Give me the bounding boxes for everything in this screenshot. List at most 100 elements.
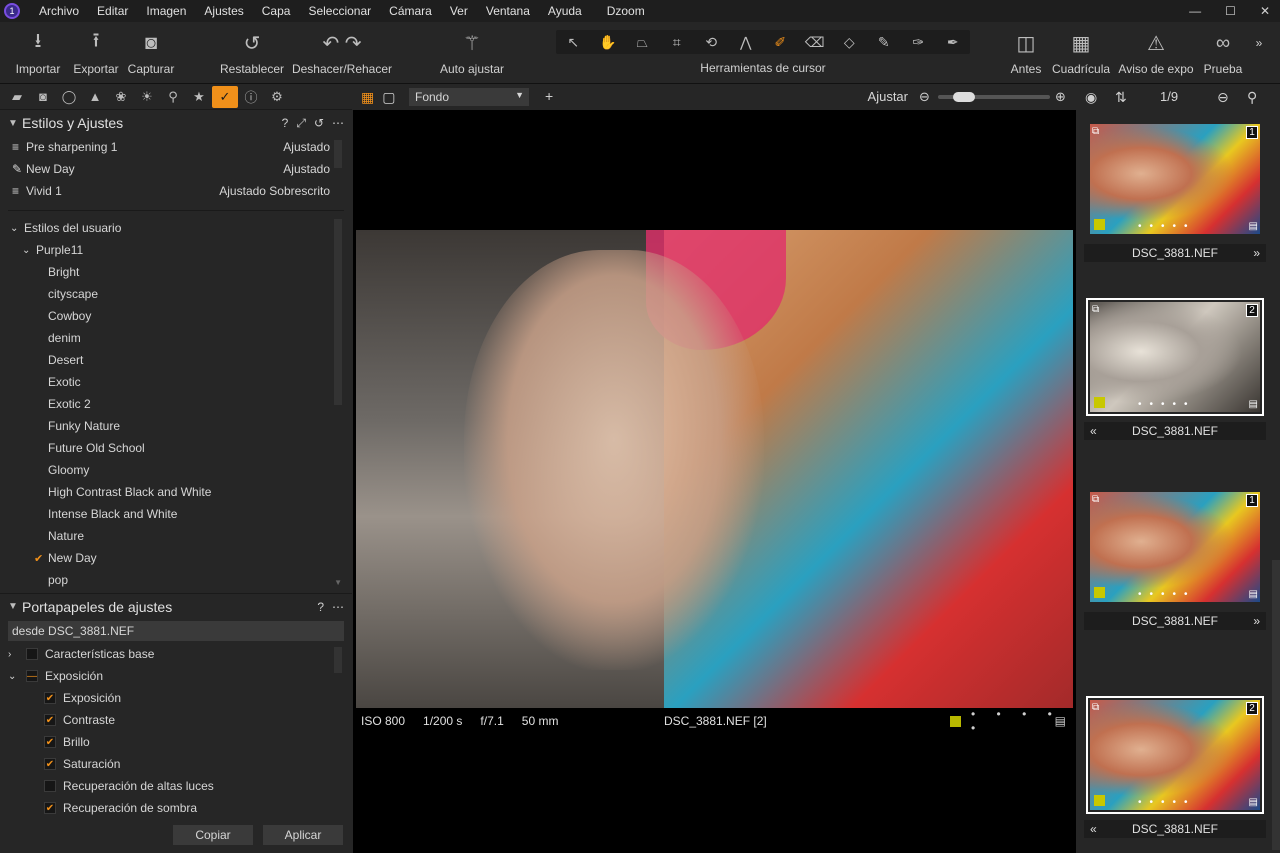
checkbox-checked[interactable]: ✔ <box>44 714 56 726</box>
hand-pan-icon[interactable]: ✋ <box>593 34 623 51</box>
rating-dots[interactable]: ••••• <box>1138 797 1196 808</box>
menu-icon[interactable]: ▤ <box>1055 714 1066 728</box>
color-tag[interactable] <box>1094 795 1105 806</box>
importar-button[interactable]: ⭳ Importar <box>12 30 64 76</box>
color-tag[interactable] <box>1094 219 1105 230</box>
scroll-down-icon[interactable]: ▼ <box>334 578 342 587</box>
menu-icon[interactable]: ▤ <box>1249 589 1258 600</box>
checkbox-checked[interactable]: ✔ <box>44 758 56 770</box>
menu-icon[interactable]: ▤ <box>1249 221 1258 232</box>
clipboard-item[interactable]: ✔ Contraste <box>0 709 352 731</box>
menu-editar[interactable]: Editar <box>88 4 137 18</box>
menu-ventana[interactable]: Ventana <box>477 4 539 18</box>
cuadricula-button[interactable]: ▦ Cuadrícula <box>1052 30 1110 77</box>
library-tab-icon[interactable]: ▰ <box>4 86 30 108</box>
rating-dots[interactable]: ••••• <box>1138 399 1196 410</box>
style-item[interactable]: Funky Nature <box>0 415 352 437</box>
undo-redo-button[interactable]: ↶ ↷ Deshacer/Rehacer <box>290 30 394 77</box>
gradient-icon[interactable]: ◇ <box>834 34 864 51</box>
nav-left-icon[interactable]: « <box>1090 422 1097 440</box>
applied-style-row[interactable]: ≡ Pre sharpening 1 Ajustado <box>0 136 352 158</box>
applied-scrollbar[interactable] <box>334 140 342 168</box>
style-item[interactable]: Desert <box>0 349 352 371</box>
background-select[interactable]: Fondo ▼ <box>409 88 529 106</box>
rating-dots[interactable]: ••••• <box>1138 589 1196 600</box>
style-item[interactable]: Bright <box>0 261 352 283</box>
settings-tab-icon[interactable]: ⚙ <box>264 86 290 108</box>
thumbnail[interactable]: ⧉ 2 ••••• ▤ <box>1086 696 1264 814</box>
clipboard-item[interactable]: ✔ Saturación <box>0 753 352 775</box>
checkbox-checked[interactable]: ✔ <box>44 802 56 814</box>
spot-removal-icon[interactable]: ✎ <box>869 34 899 51</box>
search-tab-icon[interactable]: ⚲ <box>160 86 186 108</box>
menu-icon[interactable]: ▤ <box>1249 399 1258 410</box>
crop-icon[interactable]: ⌗ <box>662 34 692 51</box>
sort-icon[interactable]: ⇅ <box>1115 89 1127 106</box>
style-group-node[interactable]: ⌄ Purple11 <box>0 239 352 261</box>
close-button[interactable]: ✕ <box>1260 4 1270 18</box>
color-tag[interactable] <box>950 716 961 727</box>
style-item[interactable]: pop <box>0 569 352 591</box>
info-tab-icon[interactable]: ⓘ <box>238 86 264 108</box>
brush-icon[interactable]: ✐ <box>765 34 795 51</box>
exportar-button[interactable]: ⭱ Exportar <box>70 30 122 76</box>
rotate-icon[interactable]: ⟲ <box>696 34 726 51</box>
adjustments-tab-icon[interactable]: ✓ <box>212 85 238 108</box>
eraser-icon[interactable]: ⌫ <box>800 34 830 51</box>
menu-seleccionar[interactable]: Seleccionar <box>299 4 380 18</box>
restablecer-button[interactable]: ↺ Restablecer <box>218 30 286 77</box>
style-item[interactable]: Cowboy <box>0 305 352 327</box>
menu-icon[interactable]: ▤ <box>1249 797 1258 808</box>
main-photo[interactable] <box>356 230 1073 708</box>
nav-left-icon[interactable]: « <box>1090 820 1097 838</box>
lens-correction-icon[interactable]: ⋀ <box>731 34 761 51</box>
style-item[interactable]: Exotic <box>0 371 352 393</box>
fit-zoom-label[interactable]: Ajustar <box>868 89 908 104</box>
zoom-out-icon[interactable]: ⊖ <box>919 89 930 105</box>
styles-section-header[interactable]: ▼ Estilos y Ajustes ? ⤢ ↺ ⋯ <box>0 110 352 136</box>
style-item[interactable]: Exotic 2 <box>0 393 352 415</box>
clipboard-section-header[interactable]: ▼ Portapapeles de ajustes ? ⋯ <box>0 593 352 619</box>
prueba-button[interactable]: ∞ Prueba <box>1200 30 1246 77</box>
group-checkbox-partial[interactable]: — <box>26 670 38 682</box>
checkbox-checked[interactable]: ✔ <box>44 692 56 704</box>
color-tag[interactable] <box>1094 397 1105 408</box>
reset-icon[interactable]: ↺ <box>314 116 324 130</box>
details-tab-icon[interactable]: ☀ <box>134 86 160 108</box>
clipboard-item[interactable]: ✔ Exposición <box>0 687 352 709</box>
style-item[interactable]: denim <box>0 327 352 349</box>
zoom-icon[interactable]: ⊖ <box>1217 89 1229 106</box>
style-item[interactable]: Future Old School <box>0 437 352 459</box>
clipboard-group-row[interactable]: ⌄ — Exposición <box>0 665 352 687</box>
more-icon[interactable]: ⋯ <box>332 600 344 614</box>
keystone-icon[interactable]: ⏢ <box>627 34 657 51</box>
clipboard-scrollbar[interactable] <box>334 647 342 673</box>
clipboard-item[interactable]: ✔ Recuperación de sombra <box>0 797 352 819</box>
group-checkbox[interactable] <box>26 648 38 660</box>
clipboard-item[interactable]: Recuperación de altas luces <box>0 775 352 797</box>
applied-style-row[interactable]: ✎ New Day Ajustado <box>0 158 352 180</box>
aviso-expo-button[interactable]: ⚠ Aviso de expo <box>1116 30 1196 77</box>
style-item[interactable]: Gloomy <box>0 459 352 481</box>
grid-view-icon[interactable]: ▦ <box>361 89 374 106</box>
rating-dots[interactable]: ••••• <box>1138 221 1196 232</box>
select-cursor-icon[interactable]: ↖ <box>558 34 588 51</box>
zoom-slider-knob[interactable] <box>952 92 975 102</box>
clipboard-group-row[interactable]: › Características base <box>0 643 352 665</box>
thumbnail[interactable]: ⧉ 1 ••••• ▤ <box>1086 120 1264 238</box>
add-icon[interactable]: + <box>545 88 553 104</box>
nav-right-icon[interactable]: » <box>1253 244 1260 262</box>
more-icon[interactable]: ⋯ <box>332 116 344 130</box>
expand-icon[interactable]: ⤢ <box>296 116 306 131</box>
browser-scrollbar[interactable] <box>1272 560 1280 850</box>
capture-tab-icon[interactable]: ◙ <box>30 86 56 108</box>
style-item[interactable]: High Contrast Black and White <box>0 481 352 503</box>
aplicar-button[interactable]: Aplicar <box>263 825 343 845</box>
checkbox-unchecked[interactable] <box>44 780 56 792</box>
menu-ayuda[interactable]: Ayuda <box>539 4 591 18</box>
help-icon[interactable]: ? <box>317 600 324 614</box>
menu-ver[interactable]: Ver <box>441 4 477 18</box>
menu-archivo[interactable]: Archivo <box>30 4 88 18</box>
thumbnail[interactable]: ⧉ 2 ••••• ▤ <box>1086 298 1264 416</box>
checkbox-checked[interactable]: ✔ <box>44 736 56 748</box>
